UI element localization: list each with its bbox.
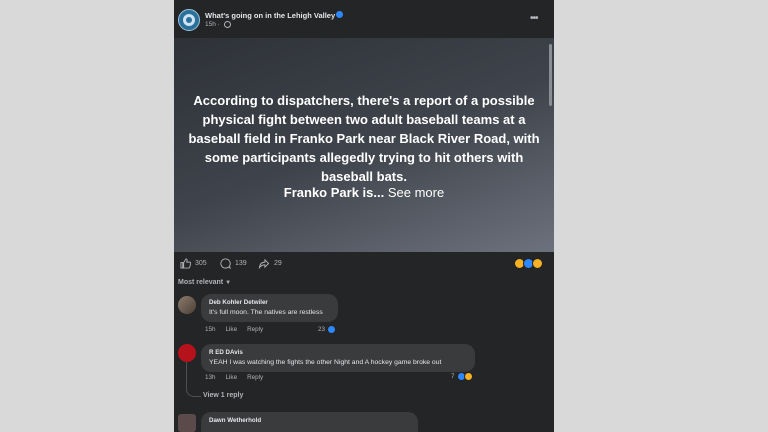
view-replies-link[interactable]: View 1 reply (203, 392, 243, 399)
comment-author[interactable]: Dawn Wetherhold (209, 417, 410, 424)
comment-reactions[interactable]: 7 (451, 372, 473, 381)
commenter-avatar[interactable] (178, 344, 196, 362)
post-body-truncated: Franko Park is... (283, 185, 385, 200)
like-reaction-icon (327, 325, 337, 334)
post-card: What's going on in the Lehigh Valley 15h… (174, 0, 554, 432)
post-body-tail: Franko Park is... See more (188, 185, 540, 200)
post-meta: 15h · (205, 21, 231, 28)
comment-reaction-count: 7 (451, 373, 455, 380)
chevron-down-icon: ▼ (225, 280, 232, 286)
verified-badge-icon (336, 11, 343, 18)
comment-time[interactable]: 15h (205, 326, 216, 333)
comment-icon (220, 258, 231, 269)
comment-meta: 15h Like Reply (205, 326, 263, 333)
comment-reply-button[interactable]: Reply (247, 374, 263, 381)
sort-label: Most relevant (178, 279, 224, 286)
haha-reaction-icon (532, 258, 543, 269)
post-body: According to dispatchers, there's a repo… (188, 93, 540, 184)
comment-reactions[interactable]: 23 (318, 325, 337, 334)
comment-bubble: R ED DAvis YEAH I was watching the fight… (201, 344, 475, 372)
comment-like-button[interactable]: Like (226, 374, 238, 381)
thread-line (186, 360, 201, 397)
avatar-logo-center (186, 17, 192, 23)
comment-reaction-count: 23 (318, 326, 326, 333)
share-count: 29 (274, 260, 282, 267)
comment-count: 139 (235, 260, 247, 267)
comment-text: YEAH I was watching the fights the other… (209, 359, 442, 366)
comment-meta: 13h Like Reply (205, 374, 263, 381)
post-text-background: According to dispatchers, there's a repo… (174, 38, 554, 252)
scrollbar[interactable] (549, 44, 552, 106)
comment-author[interactable]: R ED DAvis (209, 349, 467, 356)
share-action[interactable]: 29 (258, 258, 282, 269)
comment-text: It's full moon. The natives are restless (209, 309, 323, 316)
see-more-link[interactable]: See more (388, 185, 444, 200)
globe-icon (223, 21, 231, 28)
thumbs-up-icon (180, 258, 191, 269)
comment-sort-dropdown[interactable]: Most relevant ▼ (178, 279, 231, 286)
more-options-icon[interactable]: ••• (530, 13, 538, 24)
like-action[interactable]: 305 (180, 258, 207, 269)
commenter-avatar[interactable] (178, 296, 196, 314)
post-actions: 305 139 29 (174, 254, 554, 274)
comment-reply-button[interactable]: Reply (247, 326, 263, 333)
comment-time[interactable]: 13h (205, 374, 216, 381)
comment-like-button[interactable]: Like (226, 326, 238, 333)
commenter-avatar[interactable] (178, 414, 196, 432)
comment-bubble: Deb Kohler Detwiler It's full moon. The … (201, 294, 338, 322)
haha-reaction-icon (463, 372, 473, 381)
like-count: 305 (195, 260, 207, 267)
page-name[interactable]: What's going on in the Lehigh Valley (205, 11, 335, 20)
comment-bubble: Dawn Wetherhold (201, 412, 418, 432)
page-avatar[interactable] (178, 9, 200, 31)
share-icon (258, 258, 270, 269)
comment-action[interactable]: 139 (220, 258, 247, 269)
post-time[interactable]: 15h (205, 21, 216, 28)
reactions-summary[interactable] (514, 258, 548, 270)
comment-author[interactable]: Deb Kohler Detwiler (209, 299, 330, 306)
post-header: What's going on in the Lehigh Valley 15h… (174, 0, 554, 38)
